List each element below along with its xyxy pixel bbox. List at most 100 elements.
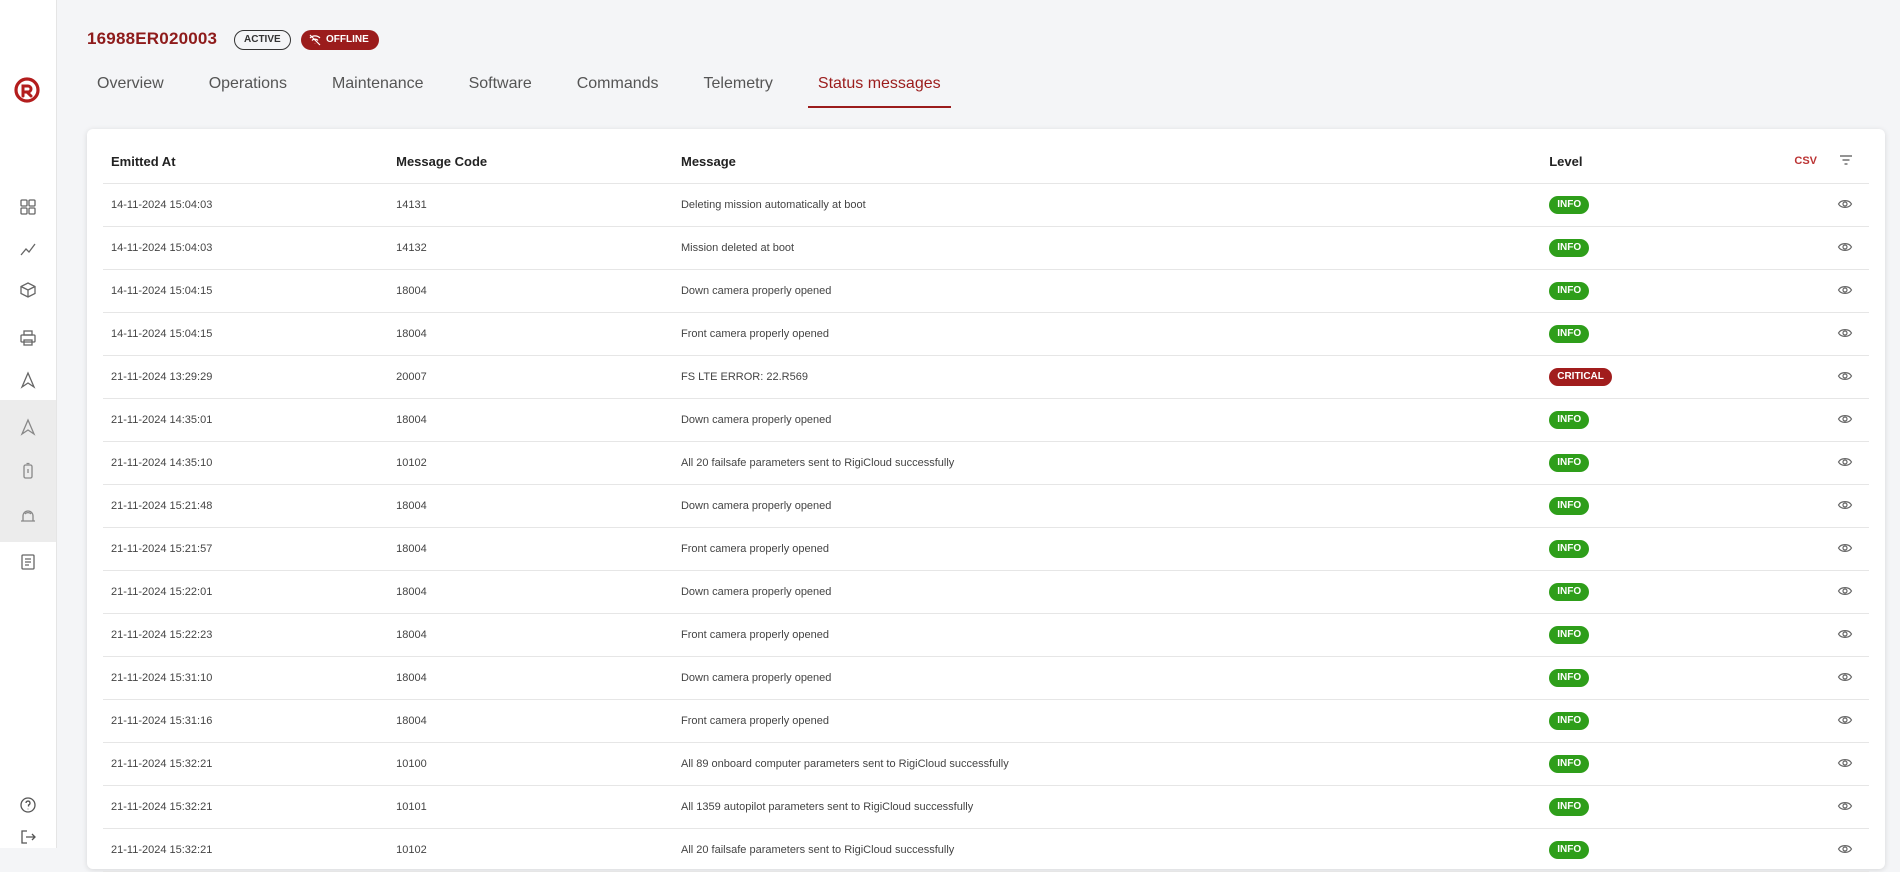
table-row[interactable]: 14-11-2024 15:04:03 14131 Deleting missi… [103,183,1869,227]
cell-actions [1786,183,1869,227]
table-row[interactable]: 21-11-2024 15:21:57 18004 Front camera p… [103,527,1869,571]
cell-emitted-at: 14-11-2024 15:04:15 [103,312,389,356]
device-id-title: 16988ER020003 [87,29,218,48]
cell-actions [1786,312,1869,356]
view-details-eye-icon[interactable] [1837,844,1853,860]
cell-emitted-at: 21-11-2024 15:31:16 [103,699,389,743]
cell-message: Front camera properly opened [672,527,1542,571]
table-row[interactable]: 21-11-2024 15:21:48 18004 Down camera pr… [103,484,1869,528]
cell-emitted-at: 21-11-2024 14:35:01 [103,398,389,442]
cell-level: INFO [1541,441,1787,485]
sidebar-item-batteries[interactable] [0,449,56,493]
tab-commands[interactable]: Commands [577,72,659,108]
tab-operations[interactable]: Operations [209,72,287,108]
cell-message: Down camera properly opened [672,398,1542,442]
sidebar-item-reports[interactable] [0,540,56,584]
sidebar-item-assets[interactable] [0,268,56,312]
cell-message-code: 20007 [388,355,673,399]
sidebar-item-printers[interactable] [0,316,56,360]
cell-level: INFO [1541,527,1787,571]
csv-export-button[interactable]: CSV [1794,155,1817,167]
view-details-eye-icon[interactable] [1837,199,1853,215]
cell-message: All 1359 autopilot parameters sent to Ri… [672,785,1542,829]
cell-message: Down camera properly opened [672,570,1542,614]
column-header-message-code[interactable]: Message Code [388,139,673,184]
dock-icon [21,510,35,522]
sidebar-item-analytics[interactable] [0,227,56,271]
view-details-eye-icon[interactable] [1837,414,1853,430]
view-details-eye-icon[interactable] [1837,371,1853,387]
view-details-eye-icon[interactable] [1837,285,1853,301]
cell-emitted-at: 21-11-2024 15:21:48 [103,484,389,528]
cell-actions [1786,699,1869,743]
tab-status-messages[interactable]: Status messages [807,72,951,108]
view-details-eye-icon[interactable] [1837,801,1853,817]
view-details-eye-icon[interactable] [1837,629,1853,645]
view-details-eye-icon[interactable] [1837,758,1853,774]
status-badge-active: ACTIVE [234,30,291,50]
view-details-eye-icon[interactable] [1837,500,1853,516]
view-details-eye-icon[interactable] [1837,242,1853,258]
cell-message: Down camera properly opened [672,656,1542,700]
cell-emitted-at: 21-11-2024 15:22:23 [103,613,389,657]
brand-logo-icon[interactable] [13,76,41,104]
tab-overview[interactable]: Overview [97,72,164,108]
table-row[interactable]: 14-11-2024 15:04:15 18004 Front camera p… [103,312,1869,356]
view-details-eye-icon[interactable] [1837,715,1853,731]
drone-icon [20,371,36,389]
tab-maintenance[interactable]: Maintenance [332,72,424,108]
cell-message: Deleting mission automatically at boot [672,183,1542,227]
table-row[interactable]: 21-11-2024 15:31:16 18004 Front camera p… [103,699,1869,743]
cell-emitted-at: 21-11-2024 14:35:10 [103,441,389,485]
sidebar-item-drones-alt[interactable] [0,405,56,449]
table-row[interactable]: 21-11-2024 15:31:10 18004 Down camera pr… [103,656,1869,700]
cell-level: CRITICAL [1541,355,1787,399]
cell-message: Front camera properly opened [672,613,1542,657]
column-header-level[interactable]: Level [1541,139,1787,184]
battery-icon [23,462,33,479]
table-row[interactable]: 21-11-2024 15:32:21 10100 All 89 onboard… [103,742,1869,786]
column-header-actions: CSV [1786,139,1869,184]
cell-message-code: 14131 [388,183,673,227]
tab-software[interactable]: Software [469,72,532,108]
level-badge: INFO [1549,282,1590,300]
view-details-eye-icon[interactable] [1837,457,1853,473]
cube-icon [20,282,36,298]
table-row[interactable]: 21-11-2024 14:35:01 18004 Down camera pr… [103,398,1869,442]
table-row[interactable]: 21-11-2024 15:32:21 10101 All 1359 autop… [103,785,1869,829]
view-details-eye-icon[interactable] [1837,328,1853,344]
table-row[interactable]: 21-11-2024 15:32:21 10102 All 20 failsaf… [103,828,1869,872]
column-header-emitted-at[interactable]: Emitted At [103,139,389,184]
sidebar-item-docks[interactable] [0,494,56,538]
cell-message-code: 18004 [388,312,673,356]
view-details-eye-icon[interactable] [1837,543,1853,559]
table-row[interactable]: 14-11-2024 15:04:15 18004 Down camera pr… [103,269,1869,313]
table-row[interactable]: 21-11-2024 13:29:29 20007 FS LTE ERROR: … [103,355,1869,399]
cell-emitted-at: 21-11-2024 15:22:01 [103,570,389,614]
cell-actions [1786,656,1869,700]
cell-message: Down camera properly opened [672,484,1542,528]
table-row[interactable]: 21-11-2024 14:35:10 10102 All 20 failsaf… [103,441,1869,485]
document-icon [21,554,35,570]
cell-actions [1786,269,1869,313]
cell-message-code: 18004 [388,570,673,614]
column-header-message[interactable]: Message [672,139,1542,184]
cell-level: INFO [1541,269,1787,313]
filter-icon[interactable] [1839,153,1853,170]
level-badge: INFO [1549,239,1590,257]
cell-actions [1786,484,1869,528]
table-row[interactable]: 14-11-2024 15:04:03 14132 Mission delete… [103,226,1869,270]
cell-message-code: 10100 [388,742,673,786]
cell-message: FS LTE ERROR: 22.R569 [672,355,1542,399]
cell-level: INFO [1541,226,1787,270]
table-row[interactable]: 21-11-2024 15:22:23 18004 Front camera p… [103,613,1869,657]
cell-message-code: 18004 [388,484,673,528]
sidebar-item-dashboard[interactable] [0,185,56,229]
sidebar-item-logout[interactable] [0,815,56,859]
level-badge: INFO [1549,454,1590,472]
tab-telemetry[interactable]: Telemetry [704,72,773,108]
view-details-eye-icon[interactable] [1837,586,1853,602]
table-row[interactable]: 21-11-2024 15:22:01 18004 Down camera pr… [103,570,1869,614]
sidebar-item-drones[interactable] [0,358,56,402]
view-details-eye-icon[interactable] [1837,672,1853,688]
